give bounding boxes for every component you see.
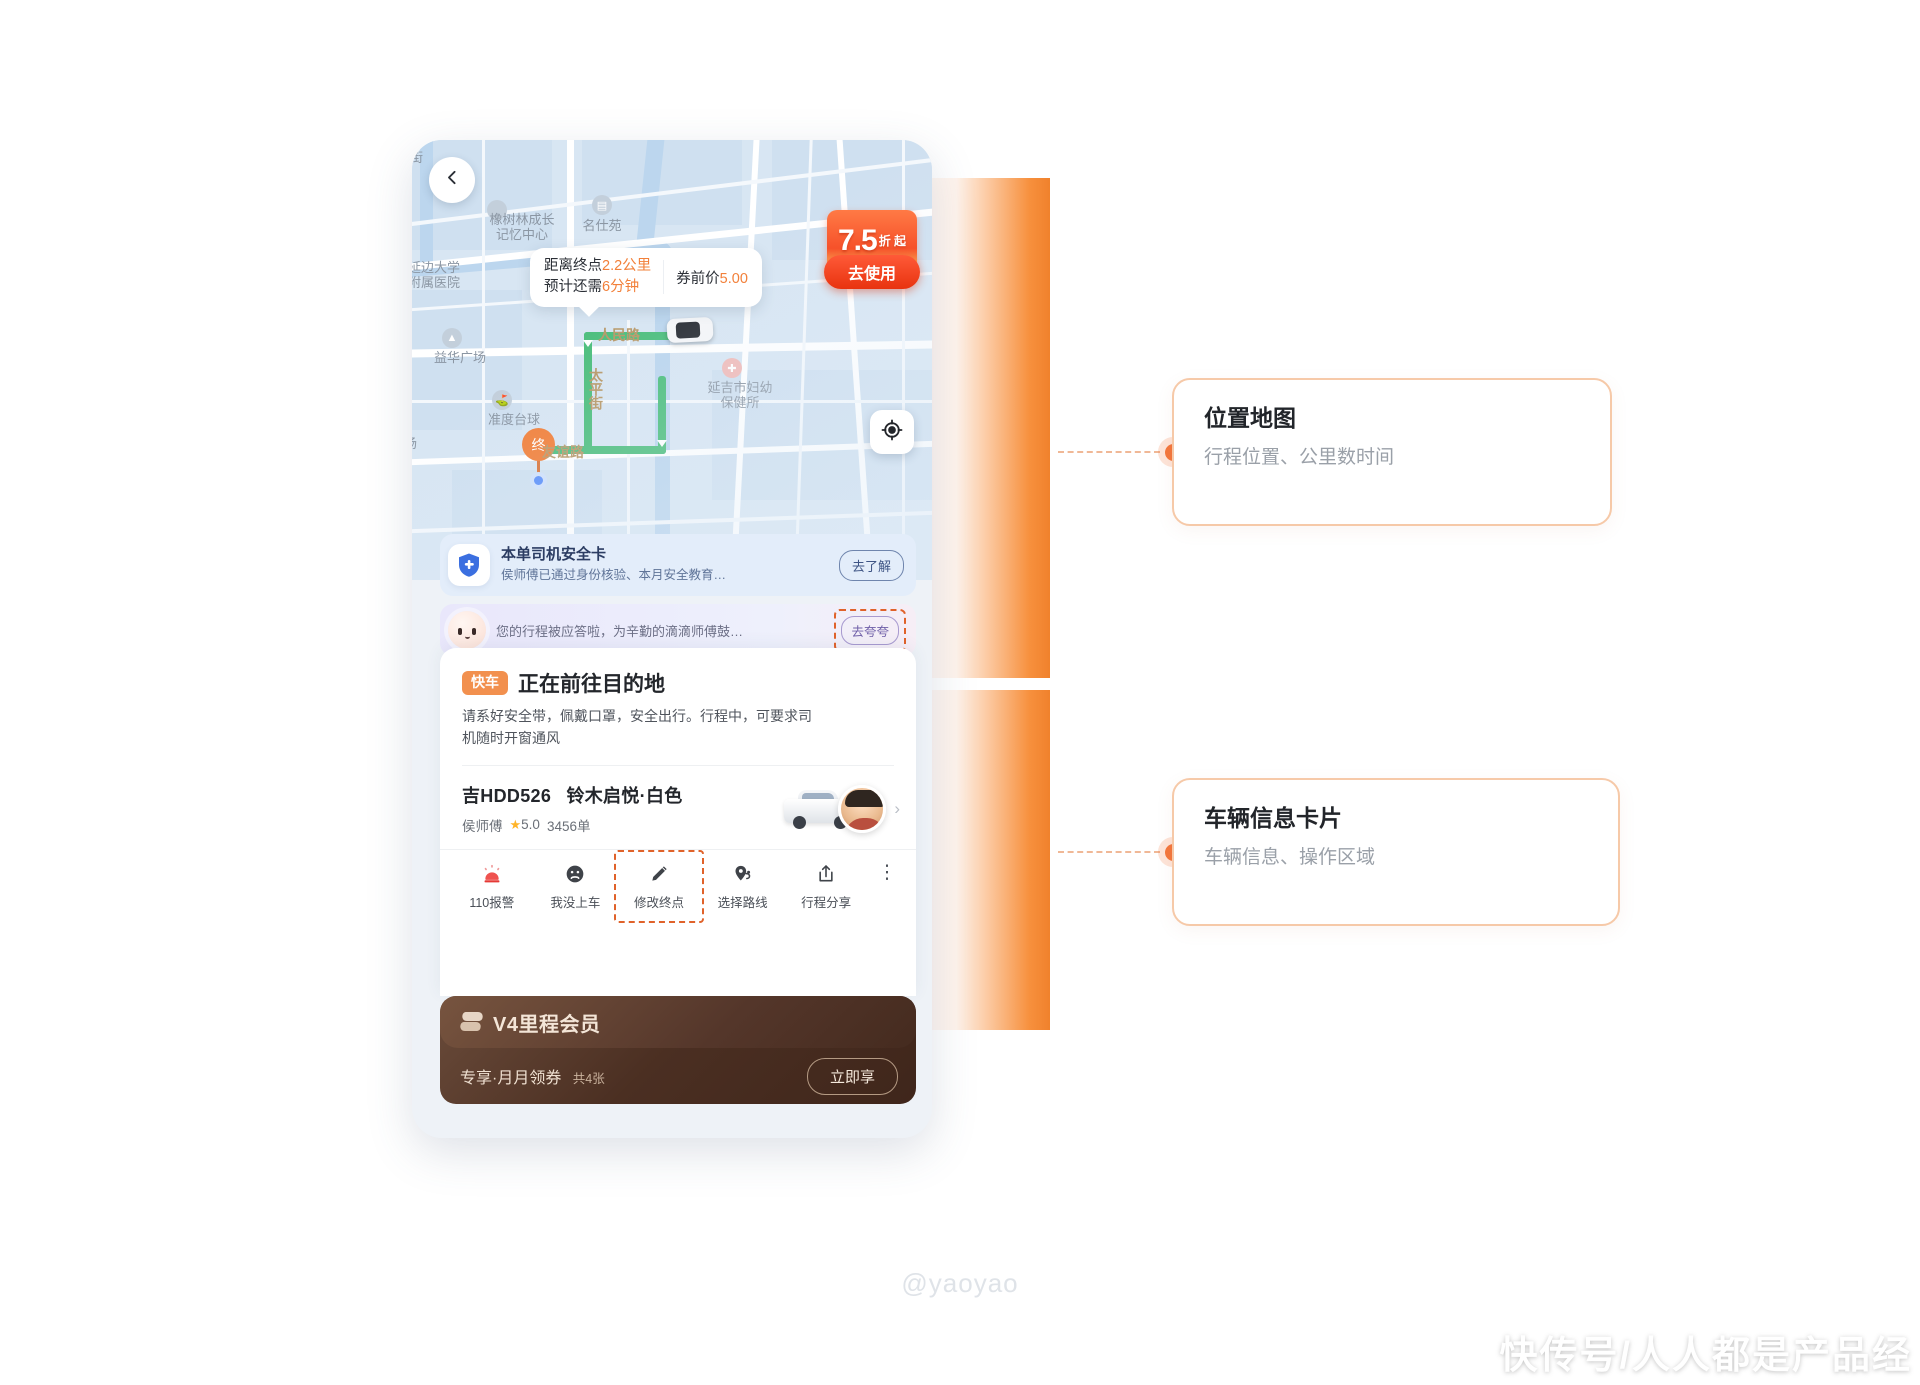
- share-export-icon: [816, 863, 836, 885]
- membership-body: 专享·月月领券 共4张 立即享: [440, 1048, 916, 1104]
- membership-claim-button[interactable]: 立即享: [806, 1057, 898, 1095]
- poi-label: 橡树林成长 记忆中心: [489, 212, 555, 243]
- pencil-edit-icon: [649, 863, 669, 885]
- alarm-siren-icon: [482, 863, 502, 885]
- coupon-discount-value: 7.5: [837, 224, 878, 257]
- safety-card-subtitle: 侯师傅已通过身份核验、本月安全教育…: [501, 567, 727, 582]
- v4-member-logo-icon: [458, 1011, 485, 1033]
- poi-label: 延边大学 附属医院: [412, 260, 461, 291]
- phone-mockup: 终 爱丹路 人民路 太平街 友谊路 橡树林成长 记忆中心 ▤ 名仕苑 延边大学 …: [412, 140, 932, 1138]
- coupon-use-button[interactable]: 去使用: [824, 255, 920, 289]
- screenshot-canvas: 终 爱丹路 人民路 太平街 友谊路 橡树林成长 记忆中心 ▤ 名仕苑 延边大学 …: [0, 0, 1920, 1385]
- price-label: 券前价: [676, 270, 720, 287]
- driver-avatar[interactable]: [838, 784, 887, 833]
- vehicle-model: 铃木启悦·白色: [566, 786, 683, 807]
- trip-status-title: 正在前往目的地: [518, 673, 665, 696]
- poi-label: 场: [412, 436, 450, 451]
- action-label: 110报警: [469, 896, 515, 911]
- praise-banner-text: 您的行程被应答啦，为辛勤的滴滴师傅鼓…: [496, 623, 744, 639]
- vertical-dots-icon: ⋮: [877, 862, 897, 884]
- action-label: 选择路线: [717, 896, 768, 911]
- praise-button-highlight: 去夸夸: [834, 608, 906, 652]
- price-value: 5.00: [719, 270, 748, 287]
- shield-plus-icon: [448, 544, 490, 586]
- action-emergency-call[interactable]: 110报警: [450, 863, 534, 911]
- driver-order-count: 3456单: [546, 819, 591, 835]
- action-bar: 110报警 我没上车 修改终点 选择路线 行程分享 ⋮: [440, 849, 916, 924]
- action-not-boarded[interactable]: 我没上车: [534, 863, 618, 911]
- coupon-discount-suffix: 折 起: [878, 234, 907, 248]
- driver-safety-card[interactable]: 本单司机安全卡 侯师傅已通过身份核验、本月安全教育… 去了解: [440, 534, 916, 596]
- vehicle-info-card: 快车 正在前往目的地 请系好安全带，佩戴口罩，安全出行。行程中，可要求司机随时开…: [440, 648, 916, 996]
- trip-status-row: 快车 正在前往目的地: [440, 648, 916, 698]
- watermark-corner: 快传号/人人都是产品经: [1499, 1335, 1912, 1377]
- membership-banner[interactable]: V4里程会员 专享·月月领券 共4张 立即享: [440, 996, 916, 1104]
- action-label: 我没上车: [550, 896, 601, 911]
- vehicle-detail-row[interactable]: 吉HDD526 铃木启悦·白色 侯师傅 ★5.0 3456单 ›: [440, 766, 916, 849]
- action-more-options[interactable]: ⋮: [868, 862, 906, 884]
- callout-title: 车辆信息卡片: [1204, 805, 1342, 831]
- star-icon: ★: [509, 817, 522, 833]
- crosshair-locate-icon: [881, 419, 903, 446]
- membership-header: V4里程会员: [440, 996, 916, 1048]
- watermark-center: @yaoyao: [901, 1268, 1019, 1298]
- safety-learn-more-button[interactable]: 去了解: [838, 549, 904, 581]
- coupon-promo[interactable]: 7.5 折 起 去使用: [824, 210, 920, 289]
- praise-driver-button[interactable]: 去夸夸: [841, 615, 899, 645]
- membership-subtitle: 专享·月月领券: [460, 1070, 562, 1087]
- safety-card-title: 本单司机安全卡: [501, 546, 607, 564]
- poi-label: 延吉市妇幼 保健所: [707, 380, 773, 411]
- callout-subtitle: 车辆信息、操作区域: [1204, 846, 1376, 868]
- distance-label: 距离终点: [544, 258, 602, 274]
- chevron-left-icon: [444, 169, 461, 191]
- callout-leader-line: [1058, 451, 1160, 453]
- action-label: 行程分享: [801, 896, 852, 911]
- street-label: 人民路: [598, 327, 640, 343]
- membership-coupon-count: 共4张: [572, 1072, 605, 1086]
- driver-rating: 5.0: [521, 817, 540, 833]
- location-map[interactable]: 终 爱丹路 人民路 太平街 友谊路 橡树林成长 记忆中心 ▤ 名仕苑 延边大学 …: [412, 140, 932, 580]
- service-type-badge: 快车: [462, 671, 508, 695]
- callout-title: 位置地图: [1204, 405, 1296, 431]
- sad-face-icon: [565, 863, 585, 885]
- eta-label: 预计还需: [544, 279, 602, 296]
- action-share-trip[interactable]: 行程分享: [784, 863, 868, 911]
- eta-value: 6分钟: [602, 279, 640, 296]
- street-label: 友谊路: [542, 444, 584, 460]
- action-label: 修改终点: [633, 896, 684, 911]
- callout-leader-line: [1058, 851, 1160, 853]
- distance-value: 2.2公里: [602, 258, 652, 274]
- action-select-route[interactable]: 选择路线: [701, 863, 785, 911]
- callout-vehicle-card: 车辆信息卡片 车辆信息、操作区域: [1172, 778, 1620, 926]
- back-button[interactable]: [429, 157, 475, 203]
- recenter-button[interactable]: [870, 410, 914, 454]
- poi-label: 准度台球: [487, 412, 540, 427]
- action-change-destination[interactable]: 修改终点: [614, 850, 704, 924]
- driver-name: 侯师傅: [462, 819, 503, 835]
- chevron-right-icon[interactable]: ›: [894, 799, 900, 819]
- destination-point: [530, 472, 547, 489]
- driver-car-marker: [666, 316, 714, 344]
- mascot-face-icon: [448, 611, 486, 649]
- callout-location-map: 位置地图 行程位置、公里数时间: [1172, 378, 1612, 526]
- poi-label: 名仕苑: [582, 218, 622, 233]
- route-direction-arrow: [657, 440, 667, 447]
- trip-info-bubble: 距离终点2.2公里 预计还需6分钟 券前价5.00: [530, 248, 762, 317]
- trip-status-description: 请系好安全带，佩戴口罩，安全出行。行程中，可要求司机随时开窗通风: [462, 708, 812, 746]
- poi-label: 益华广场: [433, 350, 486, 365]
- route-direction-arrow: [583, 340, 593, 347]
- license-plate: 吉HDD526: [462, 786, 552, 807]
- street-label: 太平街: [588, 368, 604, 410]
- route-pin-icon: [732, 863, 753, 885]
- callout-subtitle: 行程位置、公里数时间: [1204, 446, 1395, 468]
- membership-title: V4里程会员: [493, 1013, 601, 1036]
